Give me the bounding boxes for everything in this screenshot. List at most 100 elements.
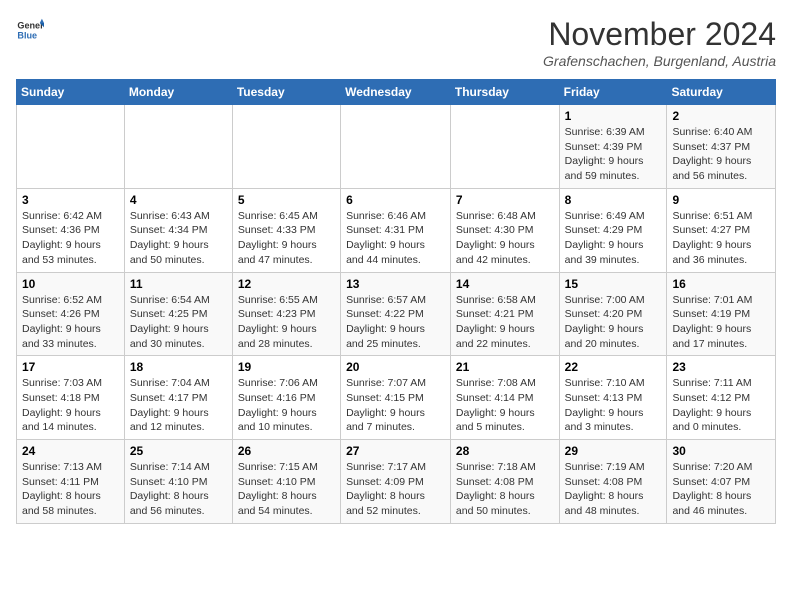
day-number: 23: [672, 360, 770, 374]
day-cell: 23Sunrise: 7:11 AM Sunset: 4:12 PM Dayli…: [667, 356, 776, 440]
day-cell: 27 Sunrise: 7:17 AM Sunset: 4:09 PM Dayli…: [341, 440, 451, 524]
calendar-table: SundayMondayTuesdayWednesdayThursdayFrid…: [16, 79, 776, 524]
day-number: 6: [346, 193, 445, 207]
day-cell: 3 Sunrise: 6:42 AM Sunset: 4:36 PM Daylig…: [17, 188, 125, 272]
day-info: Sunrise: 7:08 AM Sunset: 4:14 PM Dayligh…: [456, 376, 554, 435]
day-number: 25: [130, 444, 227, 458]
day-number: 2: [672, 109, 770, 123]
logo-icon: General Blue: [16, 16, 44, 44]
day-cell: 8 Sunrise: 6:49 AM Sunset: 4:29 PM Daylig…: [559, 188, 667, 272]
day-info: Sunrise: 6:40 AM Sunset: 4:37 PM Dayligh…: [672, 125, 770, 184]
day-number: 14: [456, 277, 554, 291]
day-cell: 25 Sunrise: 7:14 AM Sunset: 4:10 PM Dayli…: [124, 440, 232, 524]
day-cell: [450, 105, 559, 189]
day-info: Sunrise: 7:18 AM Sunset: 4:08 PM Dayligh…: [456, 460, 554, 519]
day-number: 27: [346, 444, 445, 458]
day-info: Sunrise: 6:49 AM Sunset: 4:29 PM Dayligh…: [565, 209, 662, 268]
day-info: Sunrise: 6:42 AM Sunset: 4:36 PM Dayligh…: [22, 209, 119, 268]
day-info: Sunrise: 6:45 AM Sunset: 4:33 PM Dayligh…: [238, 209, 335, 268]
day-number: 26: [238, 444, 335, 458]
day-cell: 10 Sunrise: 6:52 AM Sunset: 4:26 PM Dayli…: [17, 272, 125, 356]
location: Grafenschachen, Burgenland, Austria: [543, 53, 776, 69]
weekday-header-thursday: Thursday: [450, 80, 559, 105]
day-cell: [341, 105, 451, 189]
week-row-1: 1 Sunrise: 6:39 AM Sunset: 4:39 PM Daylig…: [17, 105, 776, 189]
day-info: Sunrise: 7:07 AM Sunset: 4:15 PM Dayligh…: [346, 376, 445, 435]
day-cell: 2 Sunrise: 6:40 AM Sunset: 4:37 PM Daylig…: [667, 105, 776, 189]
logo: General Blue: [16, 16, 44, 44]
day-info: Sunrise: 6:57 AM Sunset: 4:22 PM Dayligh…: [346, 293, 445, 352]
day-cell: 14 Sunrise: 6:58 AM Sunset: 4:21 PM Dayli…: [450, 272, 559, 356]
day-number: 13: [346, 277, 445, 291]
day-number: 16: [672, 277, 770, 291]
day-info: Sunrise: 7:19 AM Sunset: 4:08 PM Dayligh…: [565, 460, 662, 519]
day-cell: [17, 105, 125, 189]
day-info: Sunrise: 7:20 AM Sunset: 4:07 PM Dayligh…: [672, 460, 770, 519]
day-number: 5: [238, 193, 335, 207]
day-number: 18: [130, 360, 227, 374]
day-number: 4: [130, 193, 227, 207]
weekday-header-wednesday: Wednesday: [341, 80, 451, 105]
day-info: Sunrise: 7:15 AM Sunset: 4:10 PM Dayligh…: [238, 460, 335, 519]
day-cell: 6 Sunrise: 6:46 AM Sunset: 4:31 PM Daylig…: [341, 188, 451, 272]
day-number: 7: [456, 193, 554, 207]
day-number: 3: [22, 193, 119, 207]
day-cell: 18 Sunrise: 7:04 AM Sunset: 4:17 PM Dayli…: [124, 356, 232, 440]
week-row-2: 3 Sunrise: 6:42 AM Sunset: 4:36 PM Daylig…: [17, 188, 776, 272]
day-cell: 19Sunrise: 7:06 AM Sunset: 4:16 PM Dayli…: [232, 356, 340, 440]
day-number: 11: [130, 277, 227, 291]
day-number: 12: [238, 277, 335, 291]
day-number: 24: [22, 444, 119, 458]
day-cell: 26 Sunrise: 7:15 AM Sunset: 4:10 PM Dayli…: [232, 440, 340, 524]
weekday-header-monday: Monday: [124, 80, 232, 105]
day-info: Sunrise: 7:17 AM Sunset: 4:09 PM Dayligh…: [346, 460, 445, 519]
day-cell: 21 Sunrise: 7:08 AM Sunset: 4:14 PM Dayli…: [450, 356, 559, 440]
weekday-header-row: SundayMondayTuesdayWednesdayThursdayFrid…: [17, 80, 776, 105]
day-cell: 9 Sunrise: 6:51 AM Sunset: 4:27 PM Daylig…: [667, 188, 776, 272]
day-info: Sunrise: 6:58 AM Sunset: 4:21 PM Dayligh…: [456, 293, 554, 352]
week-row-5: 24 Sunrise: 7:13 AM Sunset: 4:11 PM Dayli…: [17, 440, 776, 524]
day-number: 9: [672, 193, 770, 207]
day-info: Sunrise: 6:52 AM Sunset: 4:26 PM Dayligh…: [22, 293, 119, 352]
day-info: Sunrise: 6:46 AM Sunset: 4:31 PM Dayligh…: [346, 209, 445, 268]
svg-text:Blue: Blue: [17, 30, 37, 40]
day-number: 29: [565, 444, 662, 458]
day-number: 21: [456, 360, 554, 374]
day-cell: 15Sunrise: 7:00 AM Sunset: 4:20 PM Dayli…: [559, 272, 667, 356]
weekday-header-friday: Friday: [559, 80, 667, 105]
day-info: Sunrise: 7:04 AM Sunset: 4:17 PM Dayligh…: [130, 376, 227, 435]
day-number: 10: [22, 277, 119, 291]
svg-text:General: General: [17, 21, 44, 31]
day-info: Sunrise: 7:14 AM Sunset: 4:10 PM Dayligh…: [130, 460, 227, 519]
day-cell: 5 Sunrise: 6:45 AM Sunset: 4:33 PM Daylig…: [232, 188, 340, 272]
day-number: 17: [22, 360, 119, 374]
weekday-header-sunday: Sunday: [17, 80, 125, 105]
day-cell: 29 Sunrise: 7:19 AM Sunset: 4:08 PM Dayli…: [559, 440, 667, 524]
day-cell: 11 Sunrise: 6:54 AM Sunset: 4:25 PM Dayli…: [124, 272, 232, 356]
day-info: Sunrise: 6:48 AM Sunset: 4:30 PM Dayligh…: [456, 209, 554, 268]
weekday-header-tuesday: Tuesday: [232, 80, 340, 105]
day-info: Sunrise: 7:01 AM Sunset: 4:19 PM Dayligh…: [672, 293, 770, 352]
day-info: Sunrise: 7:13 AM Sunset: 4:11 PM Dayligh…: [22, 460, 119, 519]
day-info: Sunrise: 6:43 AM Sunset: 4:34 PM Dayligh…: [130, 209, 227, 268]
day-cell: [232, 105, 340, 189]
day-cell: [124, 105, 232, 189]
day-info: Sunrise: 6:51 AM Sunset: 4:27 PM Dayligh…: [672, 209, 770, 268]
day-info: Sunrise: 7:00 AM Sunset: 4:20 PM Dayligh…: [565, 293, 662, 352]
day-number: 1: [565, 109, 662, 123]
day-info: Sunrise: 6:54 AM Sunset: 4:25 PM Dayligh…: [130, 293, 227, 352]
day-cell: 30Sunrise: 7:20 AM Sunset: 4:07 PM Dayli…: [667, 440, 776, 524]
day-cell: 24 Sunrise: 7:13 AM Sunset: 4:11 PM Dayli…: [17, 440, 125, 524]
day-number: 19: [238, 360, 335, 374]
day-cell: 28Sunrise: 7:18 AM Sunset: 4:08 PM Dayli…: [450, 440, 559, 524]
day-number: 8: [565, 193, 662, 207]
week-row-3: 10 Sunrise: 6:52 AM Sunset: 4:26 PM Dayli…: [17, 272, 776, 356]
day-info: Sunrise: 6:55 AM Sunset: 4:23 PM Dayligh…: [238, 293, 335, 352]
day-cell: 7 Sunrise: 6:48 AM Sunset: 4:30 PM Daylig…: [450, 188, 559, 272]
day-cell: 13 Sunrise: 6:57 AM Sunset: 4:22 PM Dayli…: [341, 272, 451, 356]
title-section: November 2024 Grafenschachen, Burgenland…: [543, 16, 776, 69]
day-cell: 12 Sunrise: 6:55 AM Sunset: 4:23 PM Dayli…: [232, 272, 340, 356]
day-cell: 17Sunrise: 7:03 AM Sunset: 4:18 PM Dayli…: [17, 356, 125, 440]
day-info: Sunrise: 6:39 AM Sunset: 4:39 PM Dayligh…: [565, 125, 662, 184]
day-cell: 1 Sunrise: 6:39 AM Sunset: 4:39 PM Daylig…: [559, 105, 667, 189]
